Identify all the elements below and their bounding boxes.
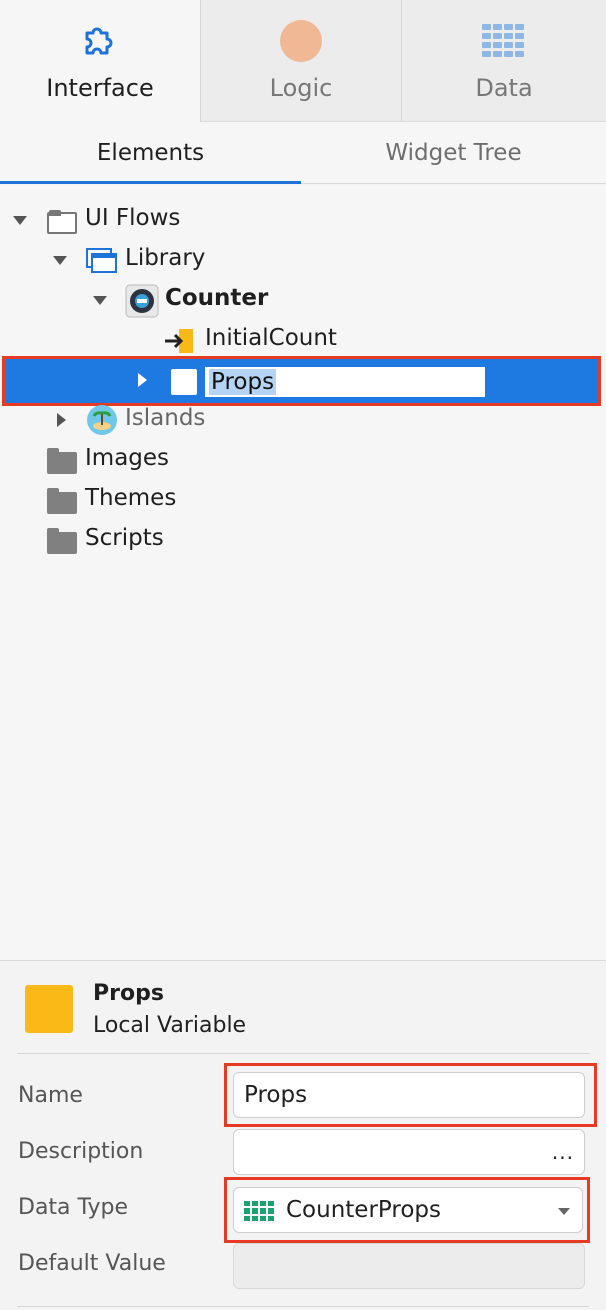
counter-module-icon <box>125 284 159 324</box>
structure-icon <box>244 1201 274 1221</box>
tree-label-ui-flows: UI Flows <box>85 205 181 231</box>
properties-title: Props <box>93 981 164 1006</box>
folder-icon <box>47 528 77 554</box>
tab-elements[interactable]: Elements <box>0 122 301 184</box>
properties-subtitle: Local Variable <box>93 1013 247 1038</box>
tab-logic[interactable]: Logic <box>201 0 402 122</box>
default-value-label: Default Value <box>18 1251 166 1276</box>
tree-item-islands[interactable]: Islands <box>0 400 606 440</box>
sub-tab-bar: Elements Widget Tree <box>0 122 606 184</box>
top-tab-bar: Interface Logic Data <box>0 0 606 122</box>
tree-label-themes: Themes <box>85 485 177 511</box>
properties-panel: Props Local Variable Name Props Descript… <box>0 960 606 1310</box>
name-field[interactable]: Props <box>233 1072 585 1118</box>
islands-icon <box>86 404 118 442</box>
tree-item-themes[interactable]: Themes <box>0 480 606 520</box>
tree-label-islands: Islands <box>125 405 206 431</box>
chevron-down-icon[interactable] <box>558 1208 570 1215</box>
divider <box>17 1306 589 1307</box>
name-label: Name <box>18 1083 83 1108</box>
tree-label-scripts: Scripts <box>85 525 164 551</box>
tab-widget-tree[interactable]: Widget Tree <box>301 122 606 183</box>
tree-item-counter[interactable]: Counter <box>0 280 606 320</box>
local-variable-icon <box>171 369 197 395</box>
tree-label-counter: Counter <box>165 285 269 311</box>
puzzle-icon <box>79 20 121 62</box>
chevron-down-icon[interactable] <box>53 256 67 265</box>
tab-data-label: Data <box>475 74 533 102</box>
rename-input[interactable]: Props <box>205 367 485 397</box>
name-field-value: Props <box>244 1082 308 1108</box>
tree-label-initial-count: InitialCount <box>205 325 337 351</box>
tab-interface-label: Interface <box>46 74 154 102</box>
tree-item-images[interactable]: Images <box>0 440 606 480</box>
logic-circle-icon <box>280 20 322 62</box>
properties-header: Props Local Variable <box>0 961 606 1053</box>
rename-input-text: Props <box>209 369 277 395</box>
folder-icon <box>47 448 77 474</box>
chevron-down-icon[interactable] <box>93 296 107 305</box>
tree-label-images: Images <box>85 445 170 471</box>
chevron-right-icon[interactable] <box>57 413 66 427</box>
data-type-label: Data Type <box>18 1195 129 1220</box>
folder-open-icon <box>47 210 77 234</box>
tree-item-ui-flows[interactable]: UI Flows <box>0 200 606 240</box>
tab-logic-label: Logic <box>269 74 333 102</box>
tree-item-scripts[interactable]: Scripts <box>0 520 606 560</box>
tree-item-props-selected[interactable]: Props <box>2 356 601 406</box>
table-grid-icon <box>482 20 526 62</box>
default-value-field[interactable] <box>233 1243 585 1289</box>
tab-interface[interactable]: Interface <box>0 0 201 122</box>
data-type-select[interactable]: CounterProps <box>233 1187 583 1233</box>
data-type-value: CounterProps <box>286 1197 441 1223</box>
divider <box>17 1053 589 1054</box>
tree-item-initial-count[interactable]: InitialCount <box>0 320 606 360</box>
tree-label-library: Library <box>125 245 206 271</box>
local-variable-icon <box>25 985 73 1033</box>
chevron-right-icon[interactable] <box>138 373 147 387</box>
description-label: Description <box>18 1139 144 1164</box>
library-icon <box>86 248 118 280</box>
tab-data[interactable]: Data <box>402 0 606 122</box>
folder-icon <box>47 488 77 514</box>
elements-tree: UI Flows Library Counter InitialCount Pr… <box>0 185 606 960</box>
tree-item-library[interactable]: Library <box>0 240 606 280</box>
more-icon[interactable]: ... <box>552 1140 574 1164</box>
description-field[interactable]: ... <box>233 1129 585 1175</box>
chevron-down-icon[interactable] <box>13 216 27 225</box>
